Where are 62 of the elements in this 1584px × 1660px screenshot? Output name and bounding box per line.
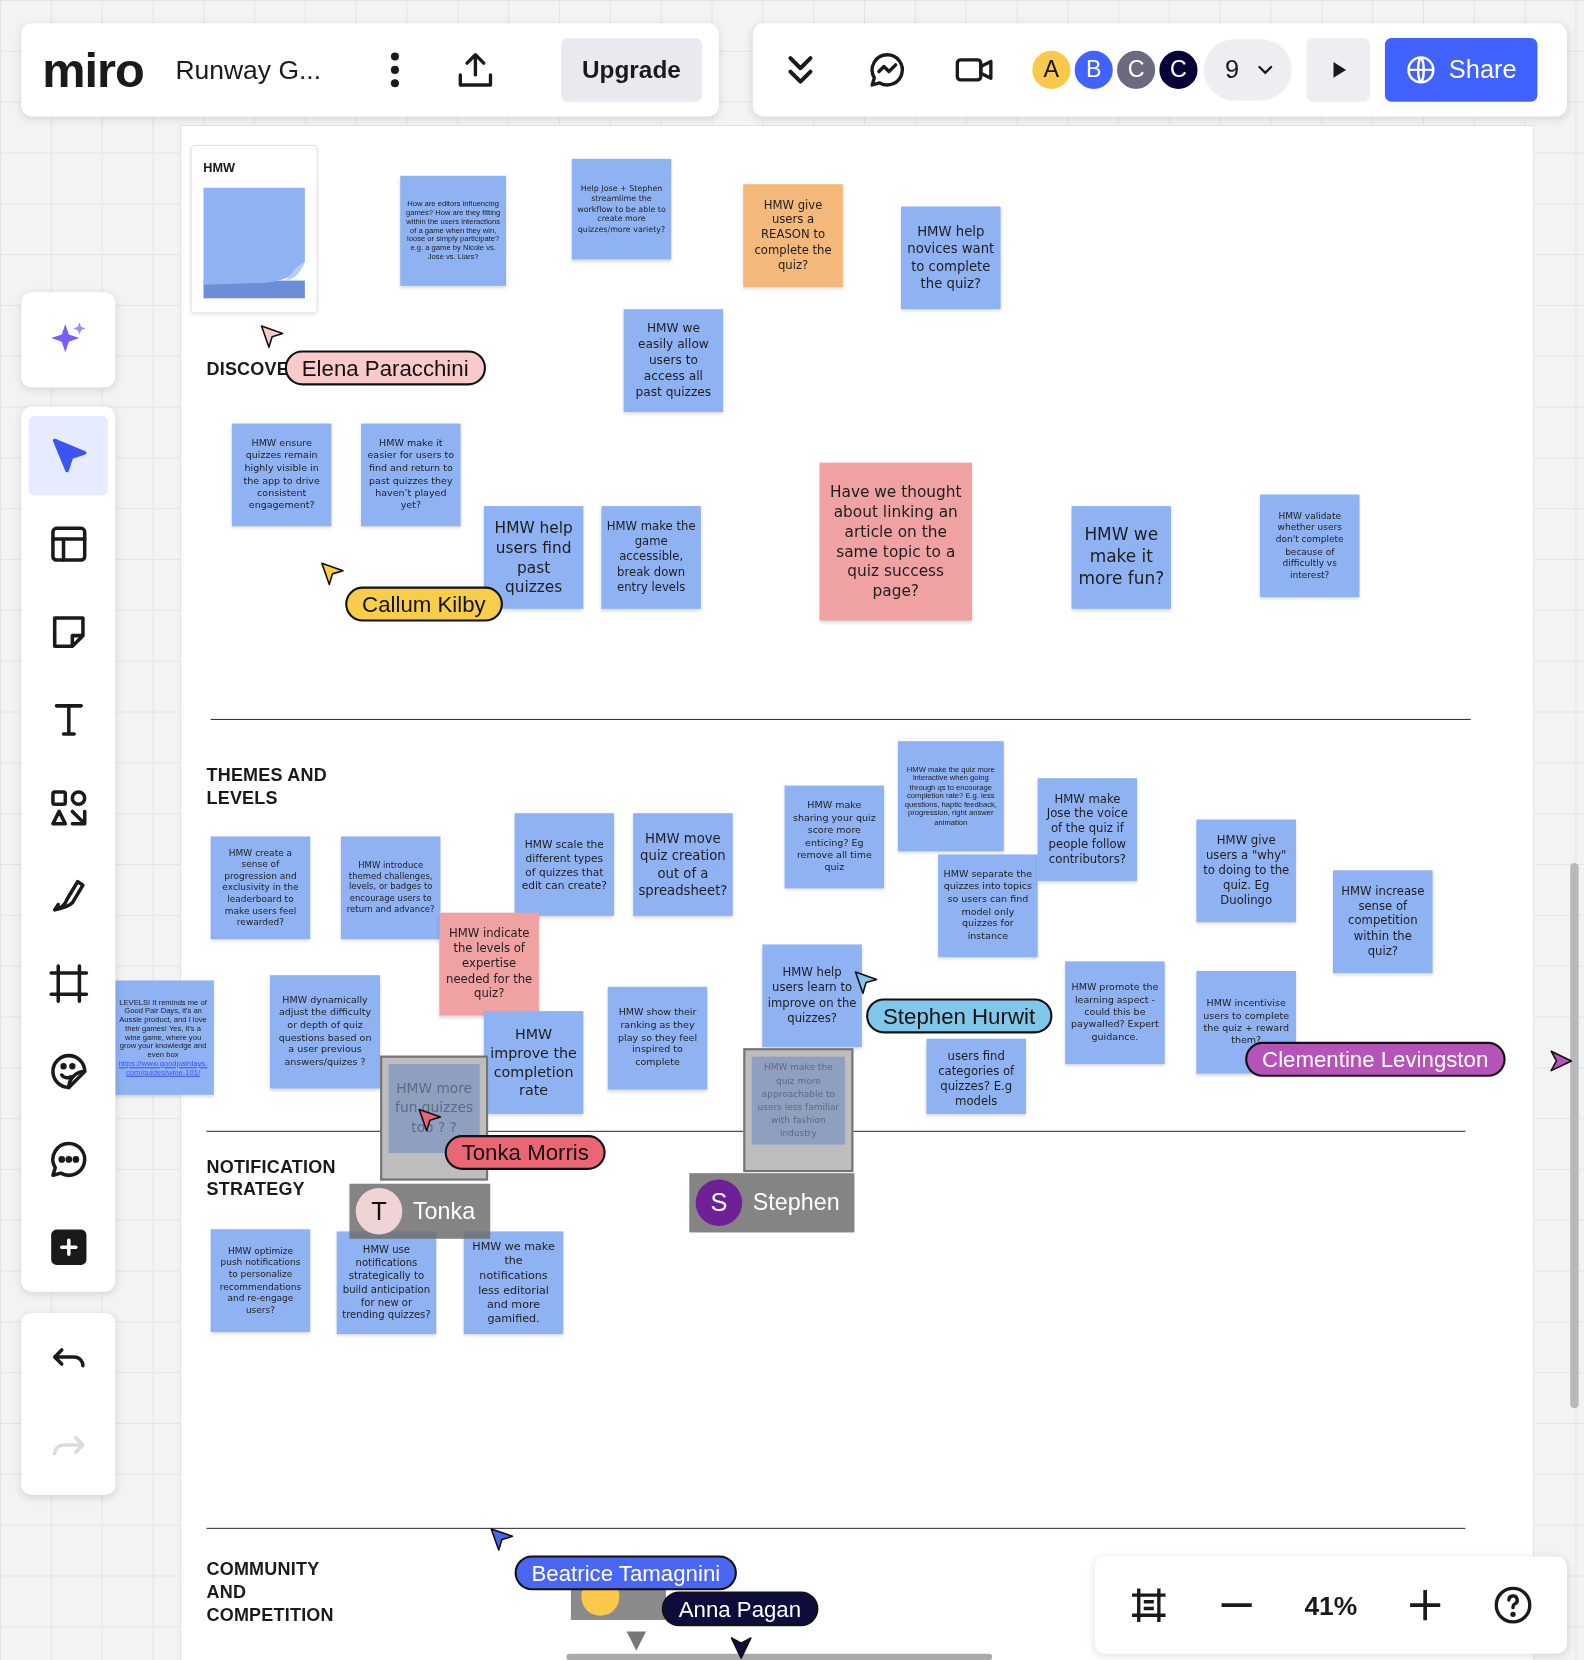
board-title[interactable]: Runway G... xyxy=(175,54,335,86)
globe-icon xyxy=(1406,55,1437,85)
collaborator-avatar[interactable]: C xyxy=(1157,48,1200,92)
frame-label: HMW xyxy=(203,159,236,175)
sticky-note[interactable]: HMW use notifications strategically to build anticipation for new or trending quizzes? xyxy=(336,1231,437,1335)
collaborators-button[interactable]: 9 xyxy=(1203,39,1293,101)
sticky-note[interactable]: HMW ensure quizzes remain highly visible in the app to drive consistent engagement? xyxy=(231,423,332,527)
sticky-note[interactable]: HMW move quiz creation out of a spreadsheet? xyxy=(633,813,733,916)
collaborator-avatar[interactable]: A xyxy=(1030,48,1073,92)
cursor-name-tag: Anna Pagan xyxy=(661,1591,819,1627)
cursor-icon xyxy=(489,1526,515,1553)
sticky-note[interactable]: HMW indicate the levels of expertise needed for the quiz? xyxy=(439,912,539,1016)
section-heading: NOTIFICATION STRATEGY xyxy=(206,1156,337,1202)
sticky-note[interactable]: HMW increase sense of competition within the quiz? xyxy=(1333,870,1433,974)
avatar: T xyxy=(355,1187,403,1235)
sticky-note[interactable]: HMW make it easier for users to find and return to past quizzes they haven’t played yet? xyxy=(361,423,461,527)
avatar: S xyxy=(695,1179,743,1227)
sticky-note[interactable]: HMW create a sense of progression and exclusivity in the leaderboard to make users feel rewarded? xyxy=(210,836,311,940)
sticky-note[interactable]: HMW make the game accessible, break down entry levels xyxy=(601,506,701,609)
sticky-note[interactable]: HMW show their ranking as they play so they feel inspired to complete xyxy=(607,986,708,1090)
cursor-name-tag: Beatrice Tamagnini xyxy=(514,1555,738,1591)
sticky-note[interactable]: HMW optimize push notifications to personalize recommendations and re-engage users? xyxy=(210,1229,311,1332)
frame-card[interactable]: HMW xyxy=(190,145,318,314)
cursor-icon xyxy=(259,324,285,350)
scrollbar[interactable] xyxy=(1570,862,1579,1409)
cursor-name-tag: Stephen Hurwit xyxy=(866,998,1052,1034)
sticky-note[interactable]: HMW introduce themed challenges, levels, or badges to encourage users to return and advance? xyxy=(340,836,441,940)
sticky-note[interactable]: HMW scale the different types of quizzes that edit can create? xyxy=(514,813,615,916)
sticky-note[interactable]: HMW dynamically adjust the difficulty or depth of quiz questions based on a user previous answers/quizes ? xyxy=(270,975,381,1089)
sticky-note[interactable]: HMW we make the notifications less editorial and more gamified. xyxy=(463,1231,564,1335)
present-button[interactable] xyxy=(1306,38,1371,102)
sticky-note[interactable]: HMW improve the completion rate xyxy=(483,1011,584,1114)
help-icon[interactable] xyxy=(1492,1585,1533,1626)
sticky-note[interactable]: HMW help users learn to improve on the quizzes? xyxy=(762,944,862,1048)
user-name: Tonka xyxy=(412,1197,476,1226)
cursor-name-tag: Tonka Morris xyxy=(444,1135,606,1170)
sticky-note[interactable]: HMW we easily allow users to access all past quizzes xyxy=(623,309,724,412)
section-heading: THEMES AND LEVELS xyxy=(206,764,328,810)
sticky-note[interactable]: HMW we make it more fun? xyxy=(1071,506,1172,609)
logo[interactable]: miro xyxy=(42,41,144,99)
upgrade-button[interactable]: Upgrade xyxy=(560,38,702,102)
cursor-icon xyxy=(853,969,879,996)
sticky-note[interactable]: HMW make Jose the voice of the quiz if people follow contributors? xyxy=(1037,778,1138,881)
share-button[interactable]: Share xyxy=(1385,38,1538,102)
sticky-note[interactable]: HMW help novices want to complete the quiz? xyxy=(901,206,1001,310)
zoom-level[interactable]: 41% xyxy=(1304,1589,1358,1621)
sticky-note[interactable]: Have we thought about linking an article on the same topic to a quiz success page? xyxy=(819,462,972,621)
cursor-name-tag: Callum Kilby xyxy=(345,586,503,622)
user-name: Stephen xyxy=(752,1189,840,1217)
sticky-note[interactable]: HMW give users a REASON to complete the quiz? xyxy=(743,184,843,287)
sticky-note[interactable]: HMW promote the learning aspect - could this be paywalled? Expert guidance. xyxy=(1065,961,1165,1065)
sticky-note[interactable]: HMW separate the quizzes into topics so users can find model only quizzes for instance xyxy=(938,854,1038,958)
section-heading: COMMUNITY AND COMPETITION xyxy=(206,1558,335,1627)
frame-icon xyxy=(47,961,90,1005)
collaborator-avatar[interactable]: B xyxy=(1072,48,1115,92)
sticky-note[interactable]: HMW validate whether users don't complete because of difficultly vs interest? xyxy=(1259,494,1360,598)
collaborator-avatar[interactable]: C xyxy=(1114,48,1158,92)
select-tool-button[interactable] xyxy=(28,416,108,496)
cursor-icon xyxy=(319,561,346,587)
sticky-note[interactable]: HMW give users a "why" to doing to the quiz. Eg Duolingo xyxy=(1196,819,1296,923)
sticky-note[interactable]: HMW make sharing your quiz score more enticing? Eg remove all time quiz xyxy=(784,785,885,889)
sticky-note[interactable]: users find categories of quizzes? E.g models xyxy=(926,1038,1026,1114)
